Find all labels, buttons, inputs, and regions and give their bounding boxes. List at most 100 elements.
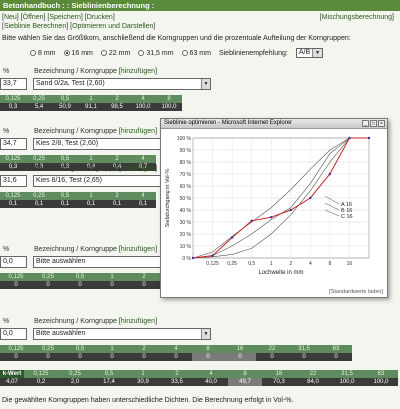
x-tick-label: 0,25 <box>227 261 237 267</box>
popup-title: Sieblinie optimieren - Microsoft Interne… <box>164 120 293 126</box>
kwert-table: k-Wert 0,125 0,25 0,5 1 2 4 8 16 22 31,5 63 4,07 0,2… <box>0 370 398 386</box>
chevron-down-icon[interactable]: ▼ <box>201 79 210 89</box>
sieve-size-cell: 0,125 <box>0 155 26 163</box>
kwert-sieve-cell: 1 <box>126 370 160 378</box>
series-point <box>328 172 332 176</box>
kwert-value-cell: 100,0 <box>330 378 364 386</box>
menu-mischung[interactable]: Mischungsberechnung <box>322 14 392 21</box>
sieve-size-cell: 8 <box>156 95 182 103</box>
kwert-value-cell: 49,7 <box>228 378 262 386</box>
grain-option-3[interactable]: 31,5 mm <box>138 49 174 57</box>
sieve-value-cell: 0,1 <box>0 200 26 208</box>
kwert-value: 4,07 <box>0 378 24 386</box>
group-select[interactable]: Sand 0/2a, Test (2,60) ▼ <box>33 78 211 90</box>
add-group-link[interactable]: hinzufügen <box>121 246 155 253</box>
grain-option-1[interactable]: 16 mm <box>63 49 93 57</box>
sieve-size-cell: 0,125 <box>0 345 32 353</box>
standard-link[interactable]: [Standardwerte laden] <box>329 289 383 295</box>
grain-option-label: 8 mm <box>38 49 56 57</box>
menu-oeffnen[interactable]: Öffnen <box>23 14 44 21</box>
kwert-sieve-cell: 16 <box>262 370 296 378</box>
radio-icon[interactable] <box>30 49 36 56</box>
x-axis-label: Lochweite in mm <box>258 270 303 276</box>
minimize-icon[interactable]: _ <box>362 120 369 127</box>
x-tick-label: 16 <box>347 261 353 267</box>
group-percent-input[interactable]: 33,7 <box>0 78 27 90</box>
sieve-chart: 0 % 10 % 20 % 30 % 40 % 50 % 60 % 70 % 80 % 90 % 1… <box>165 136 371 276</box>
sieve-header-row: 0,125 0,25 0,5 1 2 4 <box>0 155 156 163</box>
kwert-sieve-cell: 63 <box>364 370 398 378</box>
kwert-sieve-cell: 0,5 <box>92 370 126 378</box>
header-bez-label: Bezeichnung / Korngruppe <box>34 246 117 253</box>
sieve-size-cell: 22 <box>256 345 288 353</box>
sieve-size-cell: 0,125 <box>0 192 26 200</box>
grain-option-0[interactable]: 8 mm <box>30 50 56 57</box>
window-title: Betonhandbuch : : Sieblinienberechnung : <box>0 0 400 11</box>
add-group-link[interactable]: hinzufügen <box>121 128 155 135</box>
group-percent-input[interactable]: 34,7 <box>0 138 27 150</box>
y-tick-label: 50 % <box>180 196 192 202</box>
group-percent-input[interactable]: 0,0 <box>0 328 27 340</box>
sieve-size-cell: 4 <box>130 95 156 103</box>
maximize-icon[interactable]: □ <box>370 120 377 127</box>
add-group-link[interactable]: hinzufügen <box>121 68 155 75</box>
group-name: Kies 8/16, Test (2,65) <box>36 177 103 184</box>
popup-titlebar[interactable]: Sieblinie optimieren - Microsoft Interne… <box>161 119 387 129</box>
sieve-size-cell: 2 <box>128 273 160 281</box>
radio-icon[interactable] <box>138 49 145 56</box>
y-tick-label: 80 % <box>180 160 192 166</box>
kwert-value-cell: 40,0 <box>194 378 228 386</box>
menu-drucken[interactable]: Drucken <box>87 14 113 21</box>
chevron-down-icon[interactable]: ▼ <box>312 49 323 57</box>
sieve-size-cell: 4 <box>160 345 192 353</box>
add-group-link[interactable]: hinzufügen <box>121 165 155 172</box>
group-percent-input[interactable]: 31,6 <box>0 175 27 187</box>
chevron-down-icon[interactable]: ▼ <box>201 329 210 339</box>
group-select[interactable]: Bitte auswählen ▼ <box>33 328 211 340</box>
grain-option-label: 16 mm <box>71 49 93 57</box>
y-tick-label: 40 % <box>180 208 192 214</box>
sieve-table: 0,125 0,25 0,5 1 2 4 8 0,3 5,4 50,9 91,1 98,5 100,0 1… <box>0 95 182 111</box>
sieve-size-cell: 1 <box>78 95 104 103</box>
sieve-size-cell: 8 <box>192 345 224 353</box>
series-point <box>211 254 214 257</box>
group-name: Bitte auswählen <box>36 330 86 337</box>
header-bez-label: Bezeichnung / Korngruppe <box>34 318 117 325</box>
menu-neu[interactable]: Neu <box>4 14 17 21</box>
radio-icon[interactable] <box>63 49 70 56</box>
grain-option-label: 31,5 mm <box>146 49 174 57</box>
sieve-value-cell: 0,1 <box>78 200 104 208</box>
sieve-value-cell: 0 <box>96 353 128 361</box>
kwert-sieve-cell: 0,25 <box>58 370 92 378</box>
empfehlung-select[interactable]: A/B ▼ <box>295 48 324 58</box>
y-tick-label: 30 % <box>180 220 192 226</box>
menu-sieblinie[interactable]: Sieblinie Berechnen <box>4 23 66 30</box>
series-point <box>250 219 253 222</box>
sieve-size-cell: 0,5 <box>64 273 96 281</box>
grain-option-label: 22 mm <box>108 49 131 57</box>
sieve-value-cell: 0 <box>64 353 96 361</box>
sieve-size-cell: 0,5 <box>52 192 78 200</box>
header-pct: % <box>3 318 10 325</box>
radio-icon[interactable] <box>181 49 188 56</box>
sieve-size-cell: 0,25 <box>26 155 52 163</box>
sieve-value-cell: 50,9 <box>52 103 78 111</box>
menu-optimieren[interactable]: Optimieren und Darstellen <box>72 23 153 30</box>
sieve-size-cell: 0,5 <box>64 345 96 353</box>
group-percent-input[interactable]: 0,0 <box>0 256 27 268</box>
sieve-value-cell: 0 <box>128 353 160 361</box>
group-name: Bitte auswählen <box>36 258 86 265</box>
menu-speichern[interactable]: Speichern <box>49 14 81 21</box>
kwert-sieve-cell: 4 <box>194 370 228 378</box>
close-icon[interactable]: × <box>378 120 385 127</box>
sieblinie-popup[interactable]: Sieblinie optimieren - Microsoft Interne… <box>160 118 388 298</box>
radio-icon[interactable] <box>100 49 107 56</box>
sieve-size-cell: 1 <box>96 345 128 353</box>
kwert-sieve-cell: 22 <box>296 370 330 378</box>
sieve-size-cell: 0,125 <box>0 95 26 103</box>
empfehlung-value: A/B <box>298 49 311 56</box>
grain-option-2[interactable]: 22 mm <box>100 49 131 57</box>
grain-option-4[interactable]: 63 mm <box>181 49 211 57</box>
sieve-value-row: 00000000000 <box>0 353 352 361</box>
add-group-link[interactable]: hinzufügen <box>121 318 155 325</box>
